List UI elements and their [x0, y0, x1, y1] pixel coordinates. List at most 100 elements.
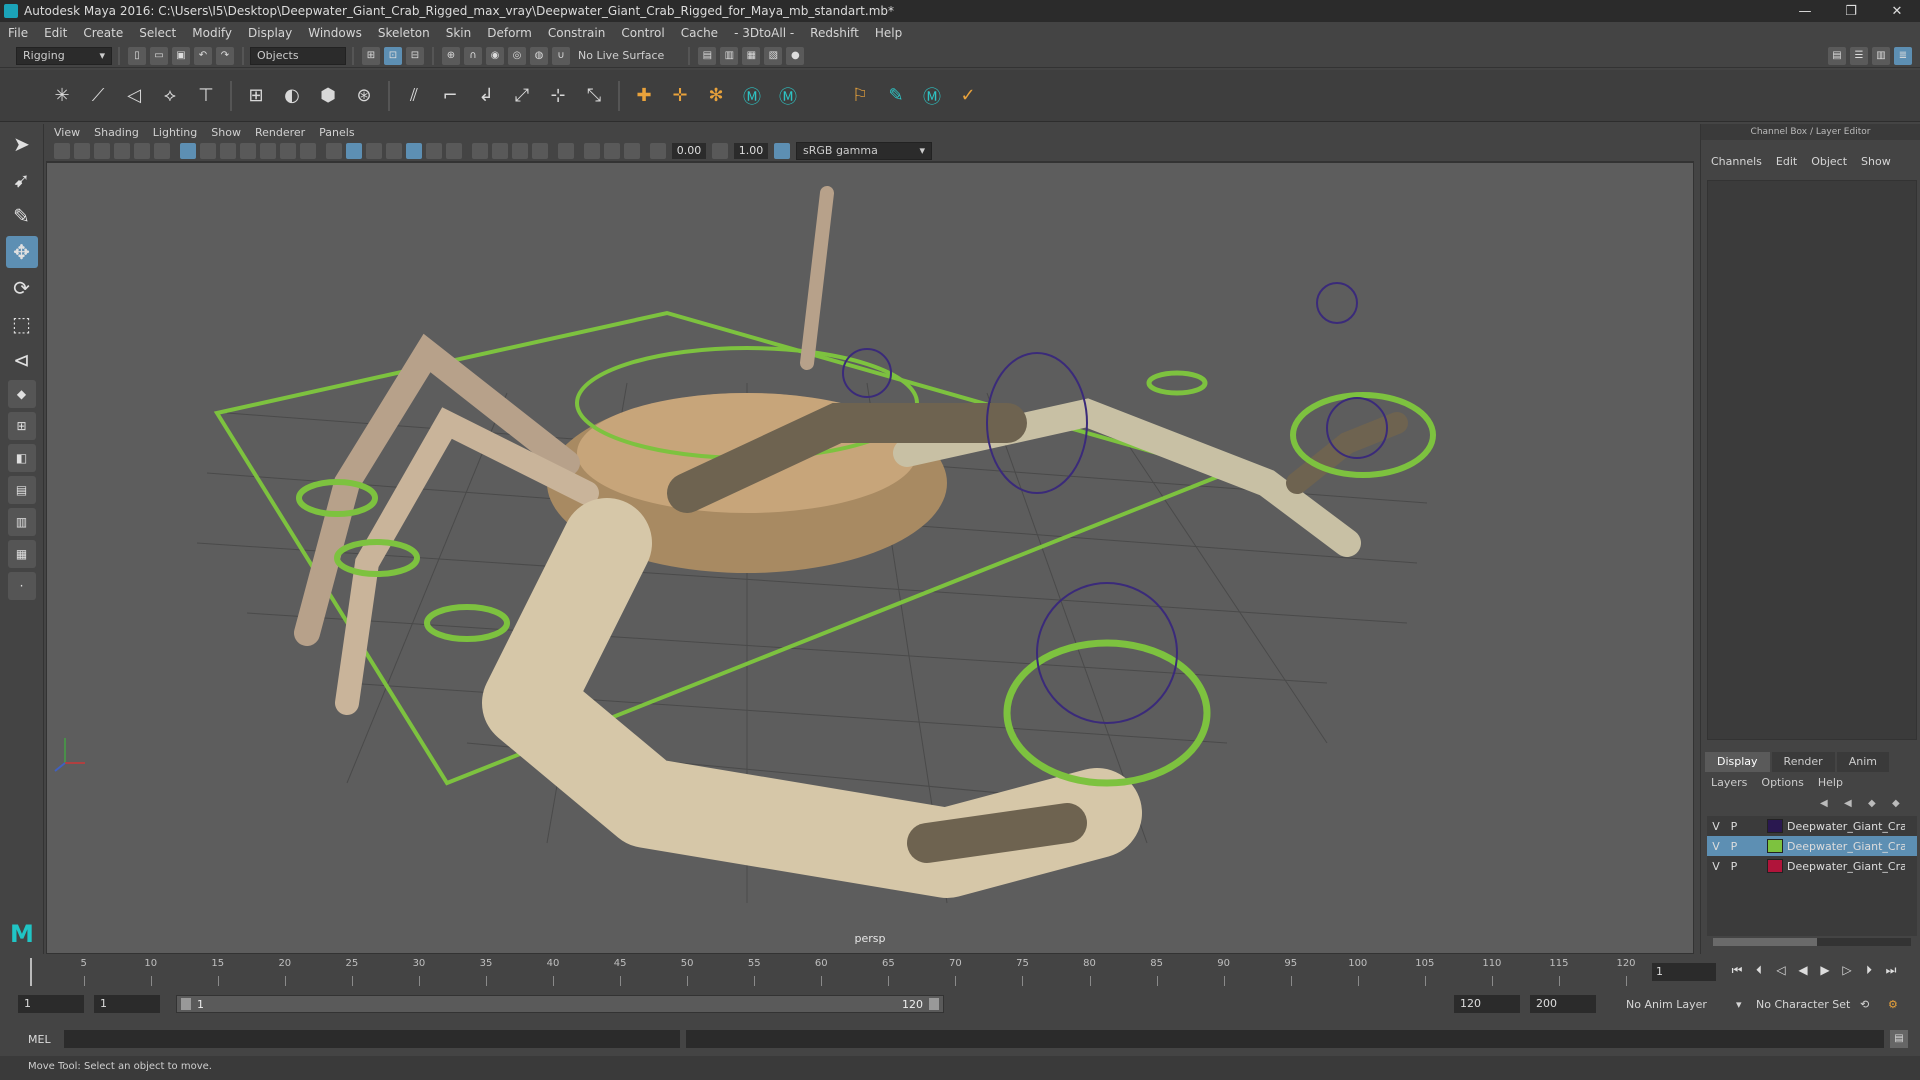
hik-icon[interactable]: Ⓜ: [738, 82, 766, 110]
menu-create[interactable]: Create: [83, 26, 123, 40]
modeling-toolkit-icon[interactable]: ▤: [1828, 46, 1846, 65]
save-scene-icon[interactable]: ▣: [172, 46, 190, 65]
safe-action-icon[interactable]: [280, 142, 296, 159]
snap-view-icon[interactable]: ◎: [508, 46, 526, 65]
scale-tool-icon[interactable]: ⬚: [6, 308, 38, 340]
select-object-icon[interactable]: ⊡: [384, 46, 402, 65]
gamma-field[interactable]: 1.00: [734, 142, 768, 159]
new-layer-icon[interactable]: ◆: [1868, 798, 1886, 812]
quick-rig-icon[interactable]: ✻: [702, 82, 730, 110]
exposure-field[interactable]: 0.00: [672, 142, 706, 159]
script-editor-icon[interactable]: ▤: [1890, 1030, 1908, 1048]
vp-menu-shading[interactable]: Shading: [94, 126, 139, 139]
range-slider[interactable]: 1 120: [176, 995, 944, 1013]
field-chart-icon[interactable]: [260, 142, 276, 159]
menu-control[interactable]: Control: [621, 26, 664, 40]
wrap-deformer-icon[interactable]: ✎: [882, 82, 910, 110]
last-tool-icon[interactable]: ⊲: [6, 344, 38, 376]
new-layer-selected-icon[interactable]: ◆: [1892, 798, 1910, 812]
orient-constraint-icon[interactable]: ↲: [472, 82, 500, 110]
shadows-icon[interactable]: [446, 142, 462, 159]
exposure-icon[interactable]: [650, 142, 666, 159]
color-management-icon[interactable]: [774, 142, 790, 159]
grid-icon[interactable]: [180, 142, 196, 159]
use-lights-icon[interactable]: [426, 142, 442, 159]
menu-edit[interactable]: Edit: [44, 26, 67, 40]
smooth-shade-icon[interactable]: [346, 142, 362, 159]
menu-3dtoall[interactable]: - 3DtoAll -: [734, 26, 794, 40]
snap-point-icon[interactable]: ◉: [486, 46, 504, 65]
hypershade-icon[interactable]: ●: [786, 46, 805, 65]
playhead[interactable]: [30, 958, 32, 986]
redo-icon[interactable]: ↷: [216, 46, 234, 65]
more-layouts-icon[interactable]: ·: [7, 572, 36, 600]
2d-pan-icon[interactable]: [134, 142, 150, 159]
close-button[interactable]: ✕: [1874, 0, 1920, 22]
menu-constrain[interactable]: Constrain: [548, 26, 606, 40]
safe-title-icon[interactable]: [300, 142, 316, 159]
layer-playback-toggle[interactable]: P: [1725, 840, 1743, 853]
menu-cache[interactable]: Cache: [681, 26, 718, 40]
motion-blur-icon[interactable]: [492, 142, 508, 159]
current-frame-field[interactable]: 1: [1652, 963, 1716, 981]
move-layer-up-icon[interactable]: ◀: [1820, 798, 1838, 812]
time-ruler[interactable]: 5 10 15 20 25 30 35 40 45 50 55 60 65 70 75 80 85 90 95 100…: [30, 956, 1636, 986]
snap-surface-icon[interactable]: ◍: [530, 46, 548, 65]
single-layout-icon[interactable]: ◆: [7, 380, 36, 408]
step-forward-key-icon[interactable]: ⏵: [1858, 963, 1880, 981]
camera-attributes-icon[interactable]: [74, 142, 90, 159]
create-joints-icon[interactable]: ✳: [48, 82, 76, 110]
cb-menu-edit[interactable]: Edit: [1776, 155, 1797, 168]
xray-icon[interactable]: [584, 142, 600, 159]
menu-display[interactable]: Display: [248, 26, 292, 40]
magnet-icon[interactable]: ∪: [552, 46, 570, 65]
go-to-end-icon[interactable]: ⏭: [1880, 963, 1902, 981]
point-constraint-icon[interactable]: ⫽: [400, 82, 428, 110]
minimize-button[interactable]: —: [1782, 0, 1828, 22]
step-back-frame-icon[interactable]: ◁: [1770, 963, 1792, 981]
move-tool-icon[interactable]: ✥: [5, 236, 38, 268]
tab-display[interactable]: Display: [1705, 752, 1770, 772]
play-forward-icon[interactable]: ▶: [1814, 963, 1836, 981]
wireframe-icon[interactable]: [326, 142, 342, 159]
start-time-field[interactable]: 1: [18, 995, 84, 1013]
anim-layer-dropdown[interactable]: No Anim Layer: [1626, 998, 1707, 1011]
blendshape-icon[interactable]: ⚐: [846, 82, 874, 110]
grease-pencil-icon[interactable]: [154, 142, 170, 159]
check-icon[interactable]: ✓: [954, 82, 982, 110]
add-locator-icon[interactable]: ✛: [666, 82, 694, 110]
range-end-handle[interactable]: [929, 998, 939, 1010]
undo-icon[interactable]: ↶: [194, 46, 212, 65]
layer-row[interactable]: V P Deepwater_Giant_Crab: [1707, 816, 1917, 836]
camera-select-icon[interactable]: [54, 142, 70, 159]
vp-menu-panels[interactable]: Panels: [319, 126, 354, 139]
layer-visibility-toggle[interactable]: V: [1707, 860, 1725, 873]
step-back-key-icon[interactable]: ⏴: [1748, 963, 1770, 981]
resolution-gate-icon[interactable]: [220, 142, 236, 159]
live-surface-label[interactable]: No Live Surface: [578, 49, 664, 62]
playback-start-field[interactable]: 1: [94, 995, 160, 1013]
menu-skin[interactable]: Skin: [446, 26, 472, 40]
layer-color-swatch[interactable]: [1767, 859, 1783, 873]
perspective-viewport[interactable]: persp: [46, 162, 1694, 954]
cb-menu-show[interactable]: Show: [1861, 155, 1891, 168]
side-layout-icon[interactable]: ◧: [7, 444, 36, 472]
layer-visibility-toggle[interactable]: V: [1707, 840, 1725, 853]
scale-constraint-icon[interactable]: ⤢: [508, 82, 536, 110]
layer-playback-toggle[interactable]: P: [1725, 860, 1743, 873]
select-tool-icon[interactable]: ➤: [6, 128, 38, 160]
menu-windows[interactable]: Windows: [308, 26, 362, 40]
layer-color-swatch[interactable]: [1767, 819, 1783, 833]
range-start-handle[interactable]: [181, 998, 191, 1010]
command-input[interactable]: [64, 1030, 680, 1048]
paint-select-icon[interactable]: ✎: [6, 200, 38, 232]
isolate-select-icon[interactable]: [558, 142, 574, 159]
insert-joint-icon[interactable]: ⟋: [84, 82, 112, 110]
script-language-toggle[interactable]: MEL: [28, 1033, 51, 1046]
cb-menu-object[interactable]: Object: [1811, 155, 1847, 168]
layer-color-swatch[interactable]: [1767, 839, 1783, 853]
xray-components-icon[interactable]: [624, 142, 640, 159]
playback-end-field[interactable]: 120: [1454, 995, 1520, 1013]
render-view-icon[interactable]: ▤: [698, 46, 717, 65]
film-gate-icon[interactable]: [200, 142, 216, 159]
